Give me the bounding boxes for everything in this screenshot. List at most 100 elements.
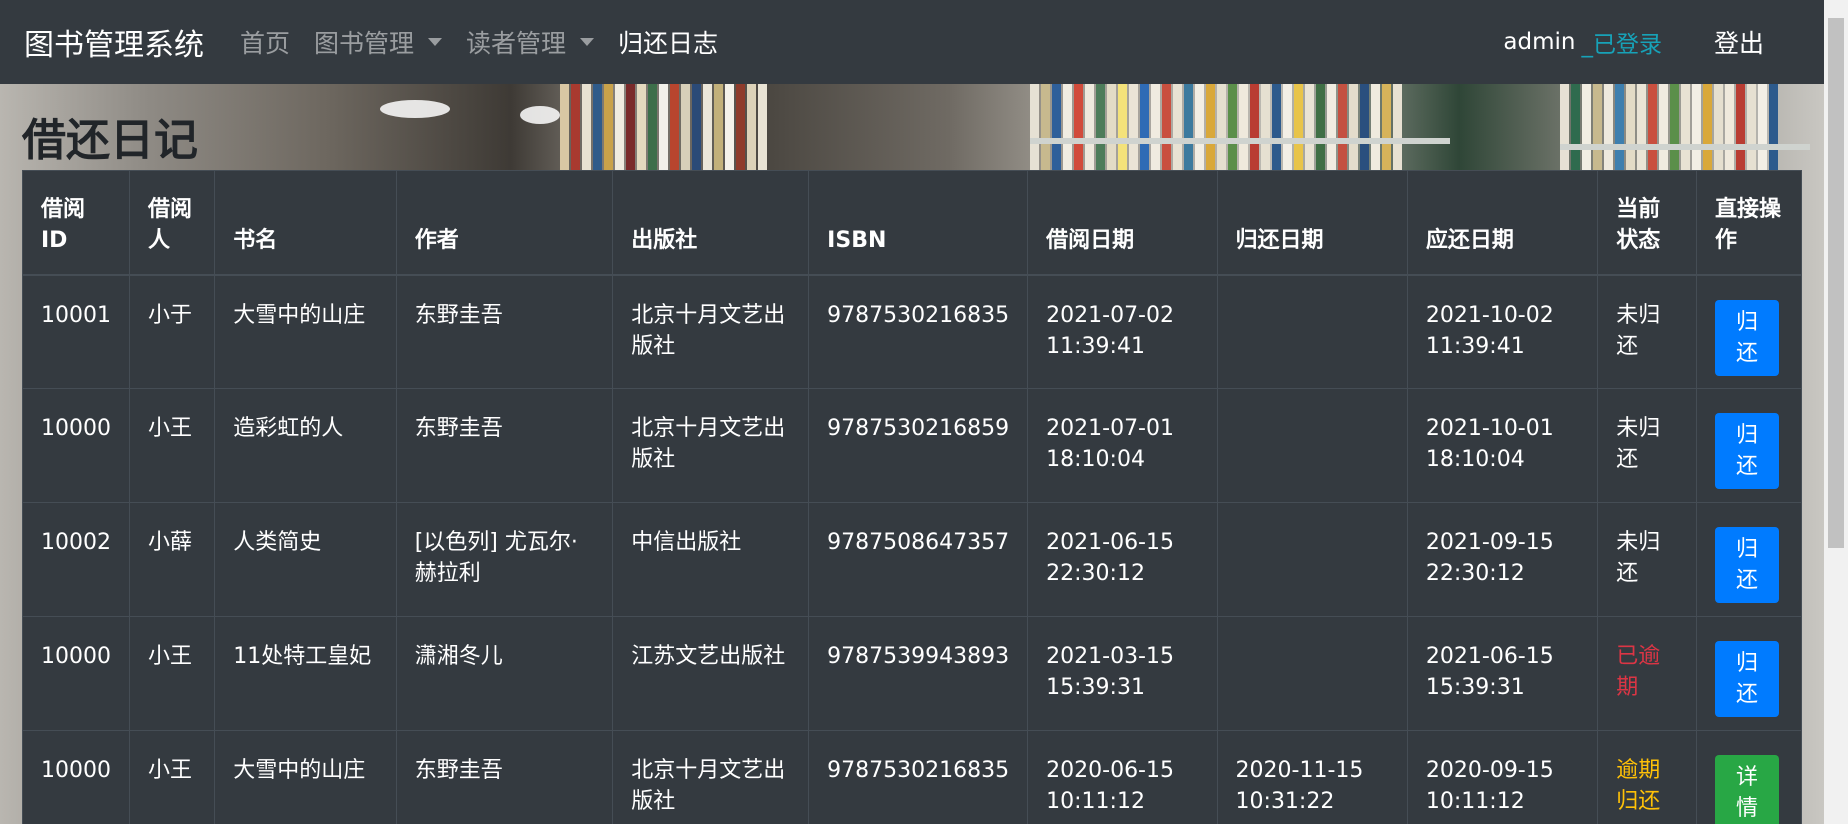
cell-due-date-text: 2021-09-15 22:30:12 xyxy=(1425,530,1554,586)
col-header-publisher: 出版社 xyxy=(612,170,810,276)
col-header-due-date: 应还日期 xyxy=(1406,170,1599,276)
cell-author: 东野圭吾 xyxy=(395,730,614,824)
cell-id-text: 10000 xyxy=(41,758,111,783)
cell-status: 未归还 xyxy=(1597,274,1698,389)
cell-borrow-date: 2020-06-15 10:11:12 xyxy=(1027,730,1218,824)
cell-isbn: 9787539943893 xyxy=(808,616,1029,731)
cell-publisher-text: 中信出版社 xyxy=(631,530,742,555)
nav-reader-management-label: 读者管理 xyxy=(466,29,567,58)
col-header-reader: 借阅人 xyxy=(128,170,216,276)
cell-id-text: 10002 xyxy=(41,530,111,555)
cell-author-text: [以色列] 尤瓦尔·赫拉利 xyxy=(414,530,578,586)
cell-publisher-text: 北京十月文艺出版社 xyxy=(631,416,786,472)
cell-return-date xyxy=(1216,274,1408,389)
cell-publisher: 北京十月文艺出版社 xyxy=(612,388,810,503)
cell-action: 详情 xyxy=(1696,730,1802,824)
nav-return-log[interactable]: 归还日志 xyxy=(618,24,718,60)
col-header-return-date: 归还日期 xyxy=(1216,170,1408,276)
scrollbar-thumb[interactable] xyxy=(1828,18,1844,548)
cell-author: 潇湘冬儿 xyxy=(395,616,614,731)
cell-isbn: 9787530216859 xyxy=(808,388,1029,503)
nav-user-area: admin _已登录 登出 xyxy=(1503,0,1764,84)
cell-borrow-id: 10001 xyxy=(22,274,130,389)
cell-publisher: 江苏文艺出版社 xyxy=(612,616,810,731)
cell-return-date: 2020-11-15 10:31:22 xyxy=(1216,730,1408,824)
cell-publisher: 北京十月文艺出版社 xyxy=(612,730,810,824)
cell-status: 已逾期 xyxy=(1597,616,1698,731)
brand-logo[interactable]: 图书管理系统 xyxy=(24,20,204,64)
cell-action: 归还 xyxy=(1696,502,1802,617)
status-text: 逾期归还 xyxy=(1616,758,1661,814)
cell-title: 11处特工皇妃 xyxy=(214,616,397,731)
col-header-isbn: ISBN xyxy=(808,170,1029,276)
cell-borrow-id: 10000 xyxy=(22,388,130,503)
cell-status: 逾期归还 xyxy=(1597,730,1698,824)
table-header-row: 借阅ID 借阅人 书名 作者 出版社 ISBN 借阅日期 归还日期 应还日期 当… xyxy=(22,170,1802,276)
row-action-button[interactable]: 归还 xyxy=(1715,641,1780,717)
row-action-button[interactable]: 归还 xyxy=(1715,299,1780,376)
page-scrollbar[interactable] xyxy=(1824,0,1848,824)
nav-book-management[interactable]: 图书管理 xyxy=(314,24,443,60)
row-action-button[interactable]: 详情 xyxy=(1715,755,1780,824)
cell-return-date xyxy=(1216,616,1408,731)
cell-due-date-text: 2021-06-15 15:39:31 xyxy=(1425,644,1554,700)
logout-link[interactable]: 登出 xyxy=(1714,24,1764,60)
cell-due-date: 2021-06-15 15:39:31 xyxy=(1406,616,1599,731)
row-action-button[interactable]: 归还 xyxy=(1715,527,1780,603)
cell-publisher-text: 江苏文艺出版社 xyxy=(631,644,786,669)
cell-borrow-date: 2021-06-15 22:30:12 xyxy=(1027,502,1218,617)
nav-book-management-label: 图书管理 xyxy=(314,29,415,58)
cell-reader-text: 小于 xyxy=(148,302,193,328)
col-header-borrow-date: 借阅日期 xyxy=(1027,170,1218,276)
username: admin xyxy=(1503,29,1576,55)
cell-borrow-date: 2021-07-01 18:10:04 xyxy=(1027,388,1218,503)
cell-publisher: 北京十月文艺出版社 xyxy=(612,274,810,389)
cell-action: 归还 xyxy=(1696,616,1802,731)
cell-isbn-text: 9787530216835 xyxy=(827,758,1010,783)
cell-isbn: 9787530216835 xyxy=(808,274,1029,389)
page-title: 借还日记 xyxy=(22,115,198,166)
cell-borrow-date-text: 2021-07-01 18:10:04 xyxy=(1046,416,1174,472)
cell-id-text: 10000 xyxy=(41,416,111,441)
col-header-action: 直接操作 xyxy=(1696,170,1802,276)
row-action-button[interactable]: 归还 xyxy=(1715,413,1780,489)
cell-title: 造彩虹的人 xyxy=(214,388,397,503)
cell-isbn: 9787530216835 xyxy=(808,730,1029,824)
table-row: 10000 小王 大雪中的山庄 东野圭吾 北京十月文艺出版社 978753021… xyxy=(22,730,1802,824)
table-row: 10001 小于 大雪中的山庄 东野圭吾 北京十月文艺出版社 978753021… xyxy=(22,274,1802,389)
login-status: _已登录 xyxy=(1581,32,1662,58)
cell-title-text: 造彩虹的人 xyxy=(233,416,344,441)
cell-reader-text: 小王 xyxy=(148,758,193,783)
cell-isbn: 9787508647357 xyxy=(808,502,1029,617)
cell-borrow-date-text: 2021-03-15 15:39:31 xyxy=(1046,644,1174,700)
cell-borrow-date-text: 2020-06-15 10:11:12 xyxy=(1046,758,1174,814)
col-header-status: 当前状态 xyxy=(1597,170,1698,276)
cell-isbn-text: 9787530216835 xyxy=(827,302,1010,328)
nav-home-label: 首页 xyxy=(240,29,291,58)
chevron-down-icon xyxy=(428,38,443,46)
cell-action: 归还 xyxy=(1696,388,1802,503)
cell-author-text: 潇湘冬儿 xyxy=(414,644,503,669)
cell-action: 归还 xyxy=(1696,274,1802,389)
nav-home[interactable]: 首页 xyxy=(240,24,290,60)
cell-reader: 小于 xyxy=(128,274,216,389)
cell-author: 东野圭吾 xyxy=(395,388,614,503)
top-navbar: 图书管理系统 首页 图书管理 读者管理 归还日志 admin _已登录 登出 xyxy=(0,0,1824,84)
nav-reader-management[interactable]: 读者管理 xyxy=(466,24,595,60)
cell-title-text: 11处特工皇妃 xyxy=(233,644,372,669)
cell-due-date: 2020-09-15 10:11:12 xyxy=(1406,730,1599,824)
cell-id-text: 10000 xyxy=(41,644,111,669)
nav-return-log-label: 归还日志 xyxy=(618,29,719,58)
cell-author-text: 东野圭吾 xyxy=(414,416,503,441)
cell-due-date: 2021-10-01 18:10:04 xyxy=(1406,388,1599,503)
cell-author-text: 东野圭吾 xyxy=(414,302,503,328)
borrow-log-table: 借阅ID 借阅人 书名 作者 出版社 ISBN 借阅日期 归还日期 应还日期 当… xyxy=(22,170,1802,824)
cell-reader: 小王 xyxy=(128,388,216,503)
cell-title-text: 大雪中的山庄 xyxy=(233,302,366,328)
cell-title: 大雪中的山庄 xyxy=(214,274,397,389)
cell-title-text: 大雪中的山庄 xyxy=(233,758,366,783)
cell-reader: 小王 xyxy=(128,616,216,731)
cell-status: 未归还 xyxy=(1597,388,1698,503)
status-text: 已逾期 xyxy=(1616,644,1661,700)
cell-id-text: 10001 xyxy=(41,302,111,328)
